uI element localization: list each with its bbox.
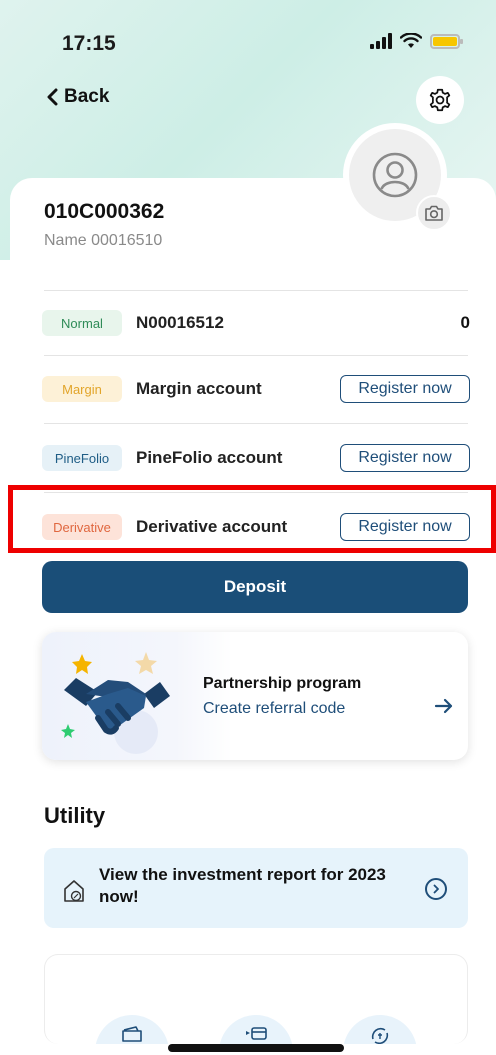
home-indicator bbox=[168, 1044, 344, 1052]
highlight-box bbox=[8, 485, 496, 553]
utility-grid bbox=[44, 954, 468, 1044]
divider bbox=[44, 423, 468, 424]
account-type-tag: Margin bbox=[42, 376, 122, 402]
utility-card-button[interactable] bbox=[219, 1015, 293, 1044]
arrow-right-icon[interactable] bbox=[434, 698, 454, 714]
account-row-pinefolio: PineFolio PineFolio account Register now bbox=[42, 443, 470, 473]
investment-report-text: View the investment report for 2023 now! bbox=[99, 865, 386, 906]
user-icon bbox=[372, 152, 418, 198]
wallet-icon bbox=[122, 1026, 142, 1042]
utility-wallet-button[interactable] bbox=[95, 1015, 169, 1044]
account-balance: 0 bbox=[460, 313, 470, 332]
wifi-icon bbox=[400, 33, 422, 48]
account-type-tag: PineFolio bbox=[42, 445, 122, 471]
account-title: Margin account bbox=[136, 379, 262, 398]
gear-icon bbox=[429, 88, 451, 112]
deposit-button[interactable]: Deposit bbox=[42, 561, 468, 613]
register-pinefolio-button[interactable]: Register now bbox=[340, 444, 470, 472]
chevron-left-icon bbox=[47, 88, 58, 106]
account-name: Name 00016510 bbox=[44, 232, 163, 249]
register-margin-button[interactable]: Register now bbox=[340, 375, 470, 403]
investment-report-banner[interactable]: View the investment report for 2023 now! bbox=[44, 848, 468, 928]
account-title: PineFolio account bbox=[136, 448, 283, 467]
account-type-tag: Normal bbox=[42, 310, 122, 336]
camera-icon bbox=[425, 205, 443, 221]
status-bar: 17:15 bbox=[0, 0, 496, 80]
utility-section-title: Utility bbox=[44, 803, 106, 828]
account-id: 010C000362 bbox=[44, 200, 165, 223]
utility-exchange-button[interactable] bbox=[343, 1015, 417, 1044]
divider bbox=[44, 355, 468, 356]
account-number: N00016512 bbox=[136, 313, 224, 332]
change-avatar-button[interactable] bbox=[416, 195, 452, 231]
divider bbox=[44, 290, 468, 291]
status-icons bbox=[370, 33, 463, 49]
currency-exchange-icon bbox=[371, 1027, 389, 1044]
status-time: 17:15 bbox=[62, 32, 116, 55]
partnership-title: Partnership program bbox=[203, 675, 362, 692]
settings-button[interactable] bbox=[416, 76, 464, 124]
chevron-right-circle-icon[interactable] bbox=[425, 878, 447, 900]
signal-icon bbox=[370, 33, 392, 49]
handshake-icon bbox=[61, 652, 170, 754]
account-row-normal[interactable]: Normal N00016512 0 bbox=[42, 308, 470, 338]
account-row-margin: Margin Margin account Register now bbox=[42, 374, 470, 404]
partnership-card[interactable]: Partnership program Create referral code bbox=[42, 632, 468, 760]
referral-code-link[interactable]: Create referral code bbox=[203, 700, 345, 718]
house-percent-icon bbox=[64, 880, 84, 902]
card-transfer-icon bbox=[246, 1027, 267, 1040]
battery-icon bbox=[430, 33, 463, 49]
back-button[interactable]: Back bbox=[46, 86, 109, 108]
partnership-illustration bbox=[42, 632, 232, 760]
back-label: Back bbox=[64, 86, 110, 107]
